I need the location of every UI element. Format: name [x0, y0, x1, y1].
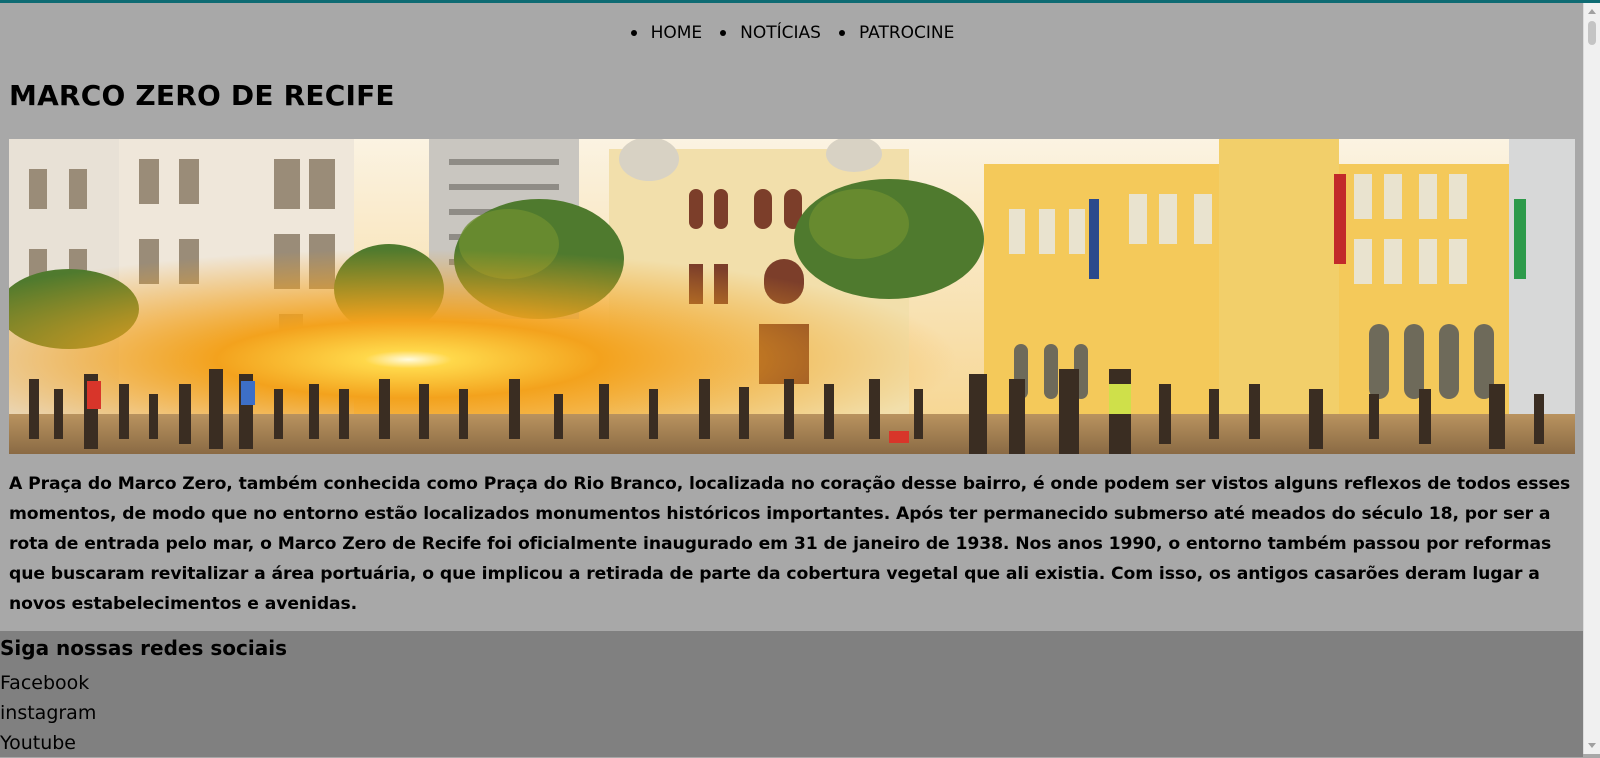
nav-link-patrocine[interactable]: PATROCINE	[859, 23, 954, 43]
facebook-link[interactable]: Facebook	[0, 672, 89, 694]
main-nav: HOME NOTÍCIAS PATROCINE	[0, 23, 1583, 43]
footer-heading: Siga nossas redes sociais	[0, 636, 287, 660]
page-title: MARCO ZERO DE RECIFE	[9, 79, 395, 112]
nav-link-noticias[interactable]: NOTÍCIAS	[740, 23, 821, 43]
intro-paragraph: A Praça do Marco Zero, também conhecida …	[9, 474, 1571, 614]
nav-item-noticias: NOTÍCIAS	[720, 23, 829, 43]
social-item-facebook: Facebook	[0, 668, 96, 698]
nav-item-patrocine: PATROCINE	[838, 23, 962, 43]
page: HOME NOTÍCIAS PATROCINE MARCO ZERO DE RE…	[0, 3, 1583, 757]
bullet-icon	[838, 30, 845, 36]
bullet-icon	[720, 30, 727, 36]
footer: Siga nossas redes sociais Facebook insta…	[0, 631, 1583, 757]
vertical-scrollbar[interactable]	[1583, 3, 1600, 754]
scroll-down-icon[interactable]	[1588, 743, 1596, 748]
social-item-instagram: instagram	[0, 698, 96, 728]
instagram-link[interactable]: instagram	[0, 702, 96, 724]
bullet-icon	[630, 30, 637, 36]
hero-photo	[9, 139, 1575, 454]
hero-image	[9, 139, 1575, 454]
scroll-up-icon[interactable]	[1588, 9, 1596, 14]
scroll-thumb[interactable]	[1588, 21, 1596, 45]
nav-list: HOME NOTÍCIAS PATROCINE	[621, 23, 963, 43]
social-links: Facebook instagram Youtube	[0, 668, 96, 758]
nav-link-home[interactable]: HOME	[651, 23, 703, 43]
youtube-link[interactable]: Youtube	[0, 732, 76, 754]
nav-item-home: HOME	[630, 23, 711, 43]
